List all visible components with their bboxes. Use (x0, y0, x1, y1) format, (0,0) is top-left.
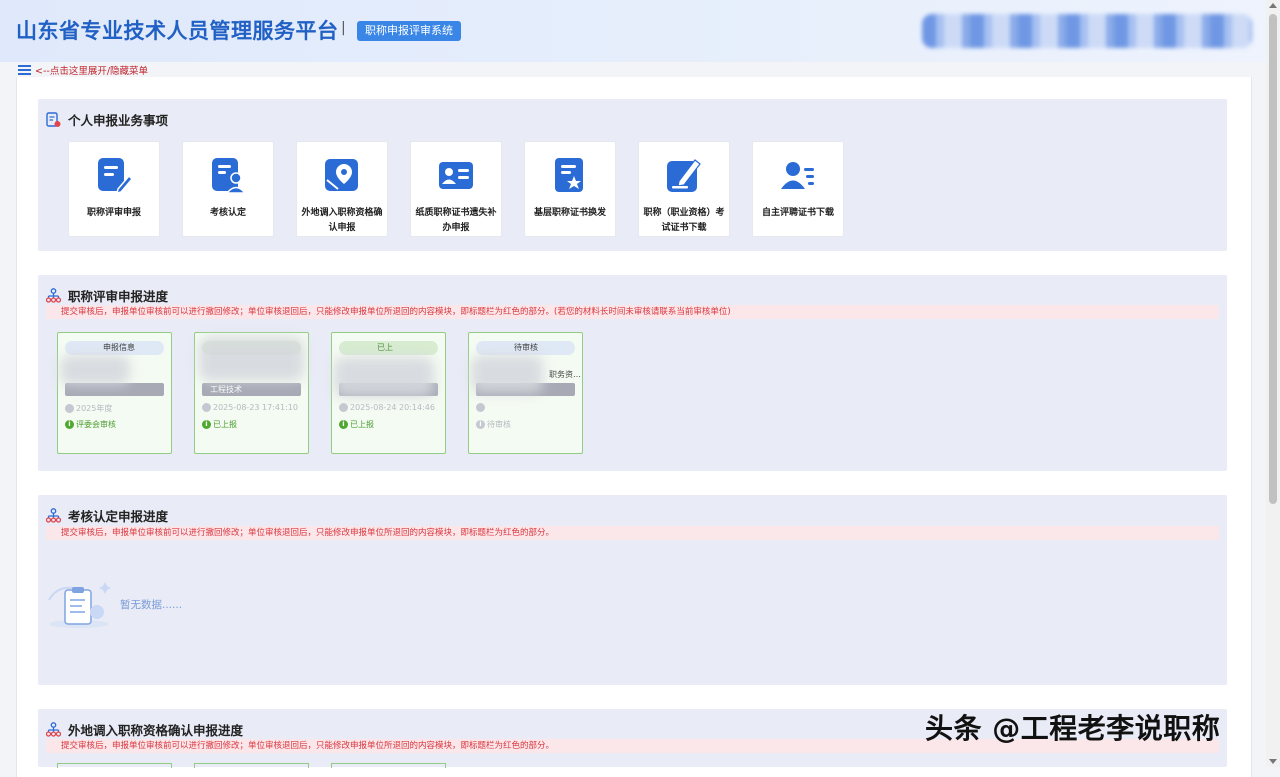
card-time: 2025-08-23 17:41:10 (202, 403, 298, 412)
edit-document-icon (98, 158, 132, 194)
services-section: 个人申报业务事项 职称评审申报 考核认定 外地调入职称资格确认申报 纸质职称证书… (38, 99, 1227, 251)
assessment-notice: 提交审核后，申报单位审核前可以进行撤回修改；单位审核退回后，只能修改申报单位所退… (46, 526, 1219, 540)
title-separator: | (341, 20, 346, 36)
tile-label: 纸质职称证书遗失补办申报 (415, 208, 497, 233)
card-stage-pill: 已上 (339, 341, 438, 355)
evaluation-notice: 提交审核后，申报单位审核前可以进行撤回修改；单位审核退回后，只能修改申报单位所退… (46, 305, 1219, 319)
privacy-blur (60, 355, 130, 385)
map-pin-icon (325, 159, 358, 191)
menu-toggle[interactable]: <--点击这里展开/隐藏菜单 (18, 63, 148, 77)
org-tree-icon (46, 722, 61, 737)
tile-label: 外地调入职称资格确认申报 (301, 208, 383, 233)
services-section-title: 个人申报业务事项 (68, 113, 169, 128)
menu-toggle-label[interactable]: <--点击这里展开/隐藏菜单 (35, 63, 148, 77)
info-icon: i (202, 420, 211, 429)
privacy-blur (334, 357, 434, 397)
tile-label: 基层职称证书换发 (533, 208, 606, 218)
org-tree-icon (46, 288, 61, 303)
tile-grassroots-certificate[interactable]: 基层职称证书换发 (524, 141, 616, 237)
privacy-blur (471, 355, 543, 393)
card-status-text: 待审核 (487, 420, 511, 429)
clock-icon (339, 403, 348, 412)
card-stage-pill: 申报信息 (65, 341, 164, 355)
info-icon: i (65, 420, 74, 429)
progress-card-cutoff (57, 763, 172, 768)
card-time (476, 403, 487, 412)
menu-list-icon[interactable] (18, 65, 31, 75)
card-status: i 已上报 (339, 419, 374, 430)
pen-square-icon (667, 159, 701, 192)
tile-certificate-reissue[interactable]: 纸质职称证书遗失补办申报 (410, 141, 502, 237)
clock-icon (65, 404, 74, 413)
privacy-blur (199, 337, 304, 381)
card-category: 工程技术 (202, 383, 301, 396)
card-status-text: 评委会审核 (76, 420, 116, 429)
card-status-text: 已上报 (213, 420, 237, 429)
tile-label: 自主评聘证书下载 (761, 208, 834, 218)
card-status: i 评委会审核 (65, 419, 116, 430)
tile-label: 职称（职业资格）考试证书下载 (643, 208, 725, 233)
card-time: 2025年度 (65, 403, 112, 414)
progress-card[interactable]: 已上 2025-08-24 20:14:46 i 已上报 (331, 332, 446, 454)
vertical-scrollbar[interactable] (1266, 0, 1280, 767)
tile-label: 考核认定 (209, 208, 246, 218)
progress-card[interactable]: 待审核 职务资… i 待审核 (468, 332, 583, 454)
watermark: 头条 @工程老李说职称 (925, 712, 1221, 745)
services-section-header: 个人申报业务事项 (46, 110, 168, 129)
info-icon: i (476, 420, 485, 429)
card-status-text: 已上报 (350, 420, 374, 429)
card-status: i 待审核 (476, 419, 511, 430)
scroll-up-arrow-icon[interactable] (1269, 3, 1277, 8)
transfer-progress-header: 外地调入职称资格确认申报进度 (46, 720, 243, 739)
evaluation-progress-header: 职称评审申报进度 (46, 286, 168, 305)
scrollbar-thumb[interactable] (1269, 14, 1277, 504)
tile-label: 职称评审申报 (86, 208, 141, 218)
tile-transfer-confirmation[interactable]: 外地调入职称资格确认申报 (296, 141, 388, 237)
scroll-down-arrow-icon[interactable] (1269, 759, 1277, 764)
progress-card-cutoff (194, 763, 309, 768)
empty-data-text: 暂无数据...... (120, 599, 183, 611)
assessment-progress-header: 考核认定申报进度 (46, 506, 168, 525)
clock-icon (202, 403, 211, 412)
card-time-text: 2025年度 (76, 404, 113, 413)
user-list-icon (781, 162, 814, 189)
evaluation-progress-title: 职称评审申报进度 (68, 289, 169, 304)
card-time: 2025-08-24 20:14:46 (339, 403, 435, 412)
tile-self-appointment-download[interactable]: 自主评聘证书下载 (752, 141, 844, 237)
id-card-icon (439, 162, 473, 189)
empty-clipboard-icon (48, 582, 111, 628)
system-badge[interactable]: 职称申报评审系统 (357, 21, 461, 41)
assessment-progress-title: 考核认定申报进度 (68, 509, 169, 524)
transfer-progress-title: 外地调入职称资格确认申报进度 (68, 723, 244, 738)
top-header: 山东省专业技术人员管理服务平台 | 职称申报评审系统 (0, 0, 1266, 62)
info-icon: i (339, 420, 348, 429)
evaluation-progress-section: 职称评审申报进度 提交审核后，申报单位审核前可以进行撤回修改；单位审核退回后，只… (38, 275, 1227, 471)
tile-assessment[interactable]: 考核认定 (182, 141, 274, 237)
org-tree-icon (46, 508, 61, 523)
site-title: 山东省专业技术人员管理服务平台 (16, 19, 339, 43)
apply-form-icon (46, 111, 61, 127)
card-stage-pill: 待审核 (476, 341, 575, 355)
progress-card-cutoff (331, 763, 446, 768)
star-document-icon (555, 158, 583, 192)
assessment-progress-section: 考核认定申报进度 提交审核后，申报单位审核前可以进行撤回修改；单位审核退回后，只… (38, 495, 1227, 685)
clock-icon (476, 403, 485, 412)
card-status: i 已上报 (202, 419, 237, 430)
card-position-text: 职务资… (549, 370, 581, 379)
tile-title-evaluation[interactable]: 职称评审申报 (68, 141, 160, 237)
card-time-text: 2025-08-24 20:14:46 (350, 403, 435, 412)
blurred-user-info[interactable] (922, 14, 1252, 48)
progress-card[interactable]: 申报信息 2025年度 i 评委会审核 (57, 332, 172, 454)
user-document-icon (212, 158, 246, 194)
card-time-text: 2025-08-23 17:41:10 (213, 403, 298, 412)
tile-exam-certificate-download[interactable]: 职称（职业资格）考试证书下载 (638, 141, 730, 237)
progress-card[interactable]: 工程技术 2025-08-23 17:41:10 i 已上报 (194, 332, 309, 454)
